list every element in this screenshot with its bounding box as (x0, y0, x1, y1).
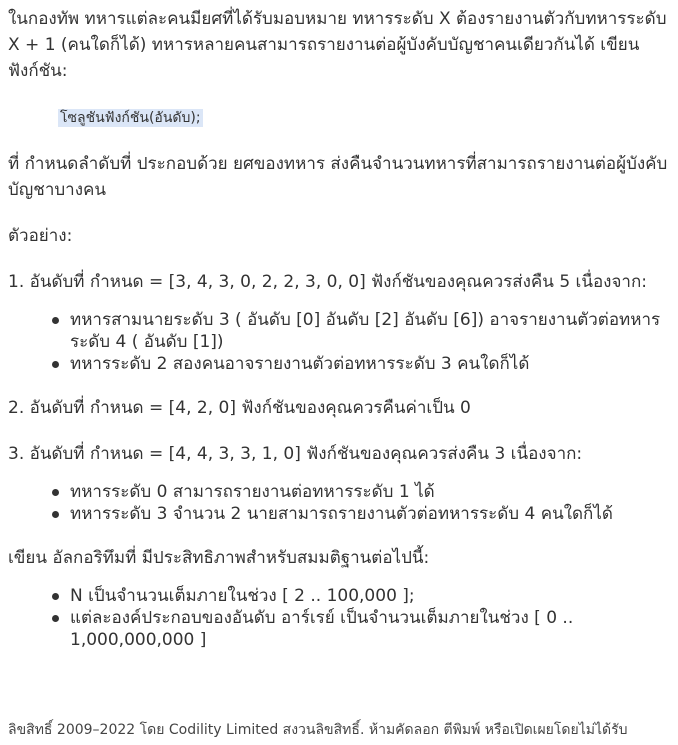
function-signature[interactable]: โซลูชันฟังก์ชัน(อันดับ); (58, 109, 203, 127)
examples-heading: ตัวอย่าง: (8, 226, 73, 246)
list-item: ทหารระดับ 2 สองคนอาจรายงานตัวต่อทหารระดั… (52, 353, 676, 375)
list-item: ทหารสามนายระดับ 3 ( อันดับ [0] อันดับ [2… (52, 309, 676, 353)
list-item: แต่ละองค์ประกอบของอันดับ อาร์เรย์ เป็นจำ… (52, 607, 676, 651)
description-paragraph: ที่ กำหนดลำดับที่ ประกอบด้วย ยศของทหาร ส… (8, 154, 668, 200)
example-3-text: 3. อันดับที่ กำหนด = [4, 4, 3, 3, 1, 0] … (8, 444, 583, 464)
list-item: ทหารระดับ 0 สามารถรายงานต่อทหารระดับ 1 ไ… (52, 481, 676, 503)
intro-paragraph: ในกองทัพ ทหารแต่ละคนมียศที่ได้รับมอบหมาย… (8, 9, 667, 81)
example-1-text: 1. อันดับที่ กำหนด = [3, 4, 3, 0, 2, 2, … (8, 272, 648, 292)
copyright-footer: ลิขสิทธิ์ 2009–2022 โดย Codility Limited… (8, 722, 628, 738)
example-3-bullets: ทหารระดับ 0 สามารถรายงานต่อทหารระดับ 1 ไ… (8, 481, 676, 525)
assumptions-list: N เป็นจำนวนเต็มภายในช่วง [ 2 .. 100,000 … (8, 585, 676, 651)
assumptions-heading: เขียน อัลกอริทึมที่ มีประสิทธิภาพสำหรับส… (8, 548, 430, 568)
example-1-bullets: ทหารสามนายระดับ 3 ( อันดับ [0] อันดับ [2… (8, 309, 676, 375)
function-signature-block: โซลูชันฟังก์ชัน(อันดับ); (58, 104, 676, 131)
example-2-text: 2. อันดับที่ กำหนด = [4, 2, 0] ฟังก์ชันข… (8, 398, 471, 418)
task-description: ในกองทัพ ทหารแต่ละคนมียศที่ได้รับมอบหมาย… (8, 6, 676, 651)
list-item: ทหารระดับ 3 จำนวน 2 นายสามารถรายงานตัวต่… (52, 503, 676, 525)
list-item: N เป็นจำนวนเต็มภายในช่วง [ 2 .. 100,000 … (52, 585, 676, 607)
